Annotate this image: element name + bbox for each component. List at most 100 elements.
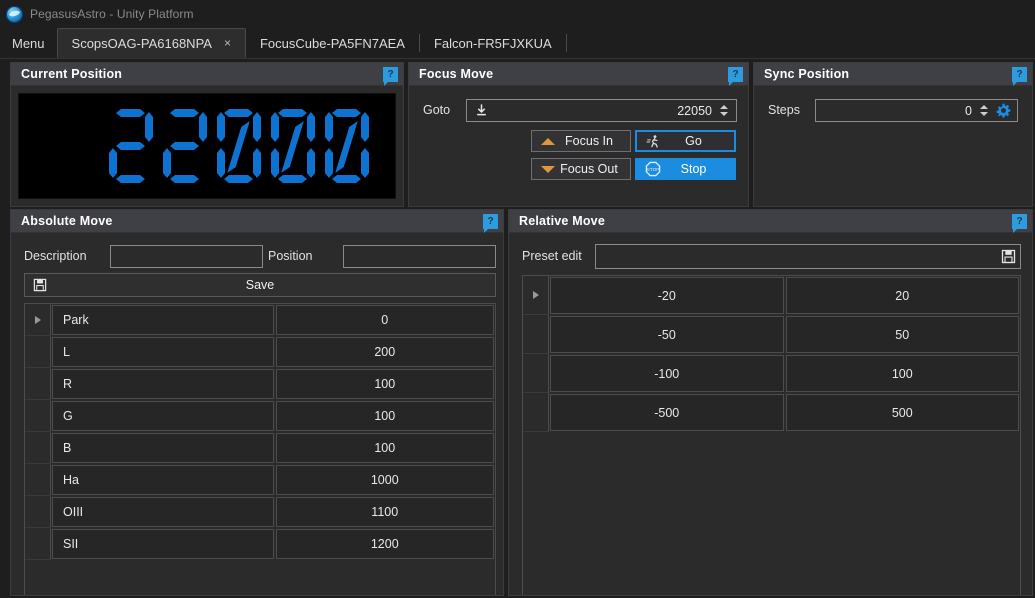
seven-segment-digits: [109, 109, 369, 183]
tab-bar: Menu ScopsOAG-PA6168NPA × FocusCube-PA5F…: [0, 28, 1035, 59]
row-selector[interactable]: [25, 400, 51, 432]
go-button[interactable]: Go: [635, 130, 736, 152]
save-button[interactable]: Save: [24, 273, 496, 297]
panel-title: Current Position: [21, 67, 123, 81]
panel-sync-position: Sync Position ? Steps 0: [753, 62, 1033, 207]
row-selector[interactable]: [25, 368, 51, 400]
row-selector[interactable]: [523, 354, 549, 393]
current-position-display: [18, 93, 396, 199]
row-selector[interactable]: [25, 464, 51, 496]
absolute-move-grid[interactable]: Park 0 L 200 R 100 G 100 B 100 Ha 1000 OIII 1100 SII 12…: [24, 303, 496, 595]
table-row[interactable]: B 100: [25, 432, 495, 464]
tab-label: ScopsOAG-PA6168NPA: [71, 35, 212, 51]
help-icon[interactable]: ?: [1012, 213, 1027, 233]
cell-position[interactable]: 1200: [275, 529, 494, 559]
cell-position[interactable]: 0: [275, 305, 494, 335]
table-row[interactable]: SII 1200: [25, 528, 495, 560]
help-icon[interactable]: ?: [483, 213, 498, 233]
workspace: Current Position ? Focus Move ? Goto 220…: [0, 59, 1035, 596]
cell-negative-step[interactable]: -50: [550, 316, 784, 353]
table-row[interactable]: Ha 1000: [25, 464, 495, 496]
chevron-up-icon: [541, 137, 555, 145]
cell-positive-step[interactable]: 20: [785, 277, 1019, 314]
tab-focuscube[interactable]: FocusCube-PA5FN7AEA: [246, 28, 419, 58]
running-person-icon: [646, 134, 661, 149]
description-input[interactable]: [110, 245, 263, 268]
table-row[interactable]: R 100: [25, 368, 495, 400]
steps-value: 0: [965, 103, 972, 118]
table-row[interactable]: Park 0: [25, 304, 495, 336]
floppy-disk-icon[interactable]: [1001, 249, 1016, 264]
row-selector[interactable]: [25, 432, 51, 464]
table-row[interactable]: G 100: [25, 400, 495, 432]
cell-description[interactable]: Ha: [52, 465, 274, 495]
cell-positive-step[interactable]: 500: [785, 394, 1019, 431]
pegasus-globe-icon: [6, 5, 23, 23]
help-icon[interactable]: ?: [383, 66, 398, 86]
cell-description[interactable]: Park: [52, 305, 274, 335]
gear-icon[interactable]: [996, 103, 1011, 118]
cell-positive-step[interactable]: 50: [785, 316, 1019, 353]
focus-out-button[interactable]: Focus Out: [531, 158, 631, 180]
steps-input[interactable]: 0: [815, 99, 1018, 122]
help-icon[interactable]: ?: [1012, 66, 1027, 86]
cell-position[interactable]: 1100: [275, 497, 494, 527]
panel-header: Relative Move ?: [509, 210, 1032, 233]
table-row[interactable]: OIII 1100: [25, 496, 495, 528]
panel-body: Preset edit -20 20 -50 50 -100 100 -500 500: [509, 233, 1032, 595]
steps-spinner[interactable]: [980, 105, 989, 116]
table-row[interactable]: -500 500: [523, 393, 1020, 432]
tab-falcon[interactable]: Falcon-FR5FJXKUA: [420, 28, 566, 58]
position-label: Position: [268, 249, 313, 263]
cell-negative-step[interactable]: -20: [550, 277, 784, 314]
goto-spinner[interactable]: [720, 105, 729, 116]
row-selector[interactable]: [523, 393, 549, 432]
table-row[interactable]: -20 20: [523, 276, 1020, 315]
panel-title: Focus Move: [419, 67, 494, 81]
row-selector[interactable]: [25, 304, 51, 336]
focus-in-label: Focus In: [565, 134, 613, 148]
panel-body: Steps 0: [754, 86, 1032, 206]
floppy-disk-icon: [33, 278, 47, 292]
panel-header: Focus Move ?: [409, 63, 748, 86]
cell-description[interactable]: R: [52, 369, 274, 399]
table-row[interactable]: -50 50: [523, 315, 1020, 354]
cell-positive-step[interactable]: 100: [785, 355, 1019, 392]
row-selector[interactable]: [523, 276, 549, 315]
row-selector[interactable]: [25, 528, 51, 560]
tab-close-icon[interactable]: ×: [224, 37, 231, 49]
cell-negative-step[interactable]: -100: [550, 355, 784, 392]
row-selector[interactable]: [25, 336, 51, 368]
table-row[interactable]: L 200: [25, 336, 495, 368]
relative-move-grid[interactable]: -20 20 -50 50 -100 100 -500 500: [522, 275, 1021, 595]
download-icon: [474, 103, 489, 118]
cell-position[interactable]: 200: [275, 337, 494, 367]
seven-segment-digit: [271, 109, 315, 183]
preset-edit-input[interactable]: [595, 244, 1021, 269]
cell-description[interactable]: G: [52, 401, 274, 431]
table-row[interactable]: -100 100: [523, 354, 1020, 393]
goto-input[interactable]: 22050: [466, 99, 737, 122]
tab-scopsoag[interactable]: ScopsOAG-PA6168NPA ×: [56, 28, 246, 58]
position-input[interactable]: [343, 245, 496, 268]
stop-button[interactable]: STOP Stop: [635, 158, 736, 180]
go-label: Go: [685, 134, 702, 148]
menu-button[interactable]: Menu: [0, 28, 57, 58]
cell-position[interactable]: 100: [275, 369, 494, 399]
focus-in-button[interactable]: Focus In: [531, 130, 631, 152]
cell-description[interactable]: OIII: [52, 497, 274, 527]
cell-position[interactable]: 100: [275, 401, 494, 431]
cell-position[interactable]: 1000: [275, 465, 494, 495]
cell-description[interactable]: L: [52, 337, 274, 367]
focus-out-label: Focus Out: [560, 162, 618, 176]
help-icon[interactable]: ?: [728, 66, 743, 86]
row-selector[interactable]: [25, 496, 51, 528]
row-selector[interactable]: [523, 315, 549, 354]
cell-description[interactable]: SII: [52, 529, 274, 559]
panel-header: Sync Position ?: [754, 63, 1032, 86]
cell-position[interactable]: 100: [275, 433, 494, 463]
cell-negative-step[interactable]: -500: [550, 394, 784, 431]
window-titlebar: PegasusAstro - Unity Platform: [0, 0, 1035, 28]
chevron-down-icon: [541, 165, 555, 173]
cell-description[interactable]: B: [52, 433, 274, 463]
